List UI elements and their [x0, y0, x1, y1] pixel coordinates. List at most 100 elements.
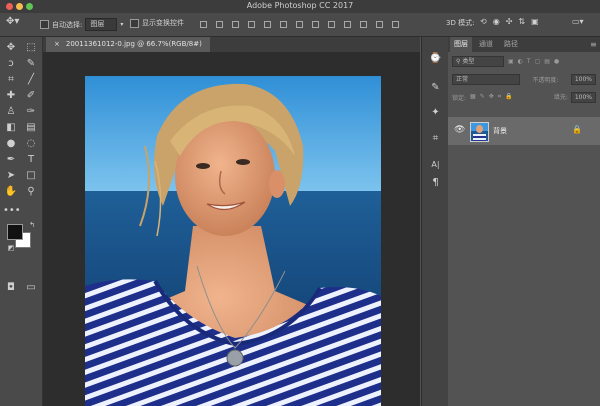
- crop-icon[interactable]: ⌗: [3, 73, 19, 87]
- eraser-icon[interactable]: ◧: [3, 121, 19, 135]
- type-icon[interactable]: T: [23, 153, 39, 167]
- document-image[interactable]: [85, 76, 381, 406]
- filter-smart-icon[interactable]: ▤: [544, 58, 550, 65]
- eyedropper-icon[interactable]: ╱: [23, 73, 39, 87]
- distribute-right-icon[interactable]: [376, 21, 383, 28]
- show-transform-controls[interactable]: 显示变换控件: [130, 18, 184, 28]
- chevron-down-icon: ▾: [120, 21, 124, 28]
- layer-name: 背景: [493, 127, 507, 135]
- align-right-icon[interactable]: [280, 21, 287, 28]
- lock-controls: 锁定: ▦ ✎ ✥ ⌗ 🔒: [452, 93, 513, 102]
- path-selection-icon[interactable]: ➤: [3, 169, 19, 183]
- pen-icon[interactable]: ✒: [3, 153, 19, 167]
- history-brush-icon[interactable]: ✑: [23, 105, 39, 119]
- document-close-icon[interactable]: ×: [54, 37, 60, 52]
- foreground-color-swatch[interactable]: [7, 224, 23, 240]
- healing-brush-icon[interactable]: ✚: [3, 89, 19, 103]
- auto-select-checkbox[interactable]: 自动选择: 图层 ▾: [40, 18, 123, 31]
- clone-stamp-icon[interactable]: ♙: [3, 105, 19, 119]
- gradient-icon[interactable]: ▤: [23, 121, 39, 135]
- filter-shape-icon[interactable]: ▢: [535, 58, 541, 65]
- lasso-icon[interactable]: ↄ: [3, 57, 19, 71]
- search-icon: ⚲: [456, 58, 461, 65]
- auto-align-icon[interactable]: [392, 21, 399, 28]
- fill-input[interactable]: 100%: [570, 92, 596, 103]
- filter-adjustment-icon[interactable]: ◐: [518, 58, 523, 65]
- align-left-icon[interactable]: [248, 21, 255, 28]
- collapsed-panels-strip: ⌚ ✎ ✦ ⌗ A| ¶: [421, 37, 449, 406]
- history-icon[interactable]: ⌚: [429, 53, 442, 65]
- lock-pixels-icon[interactable]: ✎: [480, 93, 485, 102]
- lock-all-icon[interactable]: 🔒: [505, 93, 512, 102]
- opacity-input[interactable]: 100%: [570, 74, 596, 85]
- filter-toggle-icon[interactable]: ●: [554, 58, 559, 65]
- show-transform-check[interactable]: [130, 18, 139, 28]
- blend-mode-dropdown[interactable]: 正常: [452, 74, 520, 85]
- default-colors-icon[interactable]: ◩: [3, 241, 19, 255]
- quick-select-icon[interactable]: ✎: [23, 57, 39, 71]
- workspace-switcher-icon[interactable]: ▭▾: [572, 17, 584, 26]
- auto-select-check[interactable]: [40, 20, 49, 29]
- 3d-rotate-icon[interactable]: ⟲: [480, 17, 487, 26]
- filter-kind-dropdown[interactable]: ⚲ 类型: [452, 56, 504, 67]
- zoom-icon[interactable]: ⚲: [23, 185, 39, 199]
- blend-row: 正常 不透明度: 100%: [452, 74, 596, 85]
- properties-icon[interactable]: ⌗: [429, 133, 442, 145]
- distribute-left-icon[interactable]: [344, 21, 351, 28]
- fill-label: 填充:: [553, 94, 568, 101]
- lock-artboard-icon[interactable]: ⌗: [498, 93, 501, 102]
- move-tool-preset-icon[interactable]: ✥▾: [6, 16, 19, 27]
- dodge-icon[interactable]: ◌: [23, 137, 39, 151]
- distribute-hcenter-icon[interactable]: [360, 21, 367, 28]
- panel-menu-icon[interactable]: ≡: [586, 37, 600, 52]
- paragraph-icon[interactable]: ¶: [429, 177, 442, 189]
- title-bar: Adobe Photoshop CC 2017: [0, 0, 600, 13]
- character-icon[interactable]: A|: [429, 159, 442, 171]
- options-bar: ✥▾ 自动选择: 图层 ▾ 显示变换控件 3D 模式: ⟲ ◉ ✣ ⇅ ▣ ▭▾: [0, 13, 600, 37]
- distribute-vcenter-icon[interactable]: [312, 21, 319, 28]
- layer-thumbnail: [470, 122, 489, 142]
- lock-position-icon[interactable]: ✥: [489, 93, 494, 102]
- swap-colors-icon[interactable]: ↰: [24, 218, 40, 232]
- 3d-drag-icon[interactable]: ✣: [506, 17, 513, 26]
- filter-pixel-icon[interactable]: ▣: [508, 58, 514, 65]
- align-bottom-icon[interactable]: [232, 21, 239, 28]
- edit-toolbar-icon[interactable]: •••: [3, 204, 21, 218]
- filter-type-icon[interactable]: T: [527, 58, 531, 65]
- marquee-icon[interactable]: ⬚: [23, 41, 39, 55]
- align-hcenter-icon[interactable]: [264, 21, 271, 28]
- brush-settings-icon[interactable]: ✎: [429, 82, 442, 94]
- blur-icon[interactable]: ●: [3, 137, 19, 151]
- filter-kind-label: 类型: [462, 58, 475, 65]
- brush-icon[interactable]: ✐: [23, 89, 39, 103]
- tab-layers[interactable]: 图层: [450, 37, 472, 52]
- auto-select-dropdown[interactable]: 图层: [85, 18, 118, 31]
- panel-tabs: 图层 通道 路径 ≡: [448, 37, 600, 52]
- screen-mode-icon[interactable]: ▭: [23, 281, 39, 295]
- move-icon[interactable]: ✥: [3, 41, 19, 55]
- 3d-scale-icon[interactable]: ▣: [531, 17, 539, 26]
- quick-mask-icon[interactable]: ◘: [3, 281, 19, 295]
- 3d-slide-icon[interactable]: ⇅: [518, 17, 525, 26]
- layer-lock-icon: 🔒: [572, 125, 582, 134]
- rectangle-icon[interactable]: □: [23, 169, 39, 183]
- visibility-eye-icon[interactable]: 👁: [454, 125, 465, 135]
- lock-transparency-icon[interactable]: ▦: [470, 93, 476, 102]
- align-vcenter-icon[interactable]: [216, 21, 223, 28]
- tab-channels[interactable]: 通道: [475, 37, 497, 52]
- hand-icon[interactable]: ✋: [3, 185, 19, 199]
- canvas-area[interactable]: [43, 52, 420, 406]
- clone-source-icon[interactable]: ✦: [429, 107, 442, 119]
- distribute-bottom-icon[interactable]: [328, 21, 335, 28]
- distribute-top-icon[interactable]: [296, 21, 303, 28]
- 3d-mode-label: 3D 模式:: [446, 19, 475, 27]
- 3d-roll-icon[interactable]: ◉: [493, 17, 500, 26]
- document-tab-label: 20011361012-0.jpg @ 66.7%(RGB/8#): [65, 40, 202, 48]
- document-tab[interactable]: × 20011361012-0.jpg @ 66.7%(RGB/8#): [46, 37, 210, 52]
- document-tab-bar: × 20011361012-0.jpg @ 66.7%(RGB/8#): [43, 37, 420, 52]
- lock-label: 锁定:: [452, 95, 467, 102]
- layer-row[interactable]: 👁 背景 🔒: [448, 117, 600, 145]
- tab-paths[interactable]: 路径: [500, 37, 522, 52]
- fill-controls: 填充: 100%: [554, 92, 596, 103]
- align-top-icon[interactable]: [200, 21, 207, 28]
